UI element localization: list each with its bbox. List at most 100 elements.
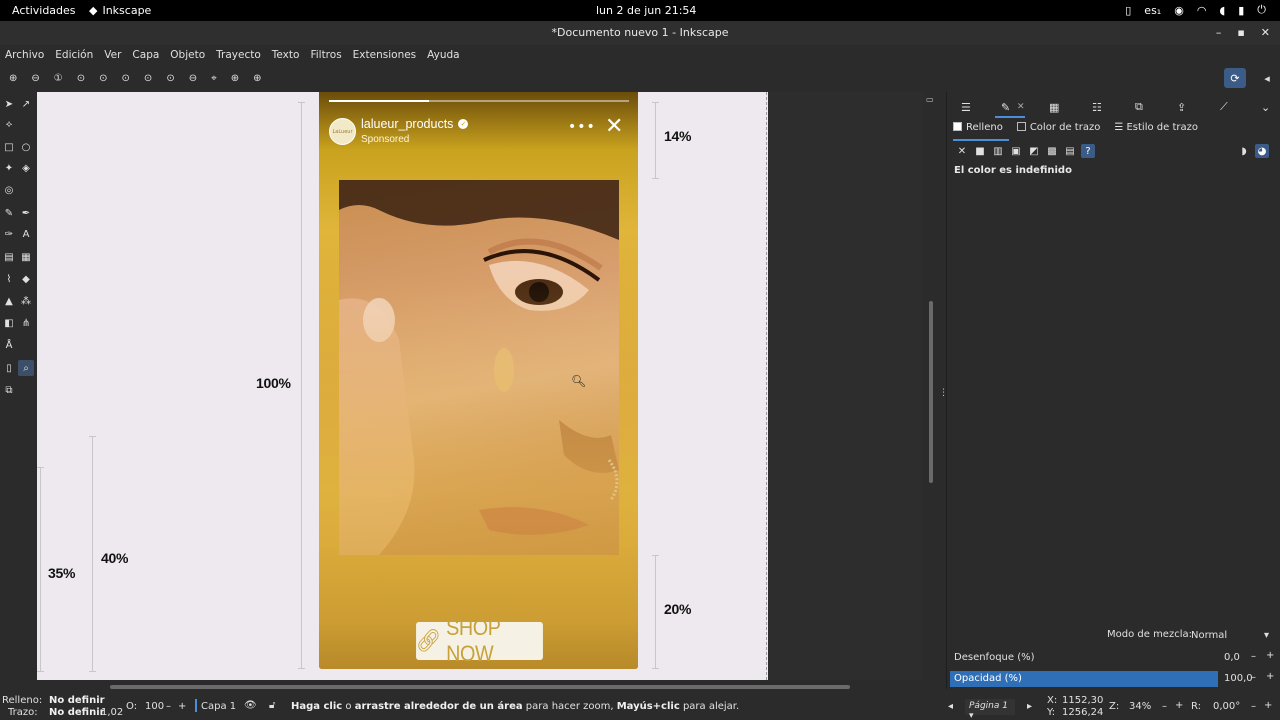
layer-visibility-icon[interactable]: 👁︎ <box>244 700 257 711</box>
3dbox-tool-icon[interactable]: ◈ <box>18 160 34 176</box>
menu-archivo[interactable]: Archivo <box>5 45 44 65</box>
status-opacity-input[interactable]: 100 <box>145 701 164 712</box>
calligraphy-tool-icon[interactable]: ✑ <box>1 226 17 242</box>
tweak-tool-icon[interactable]: ⟡ <box>1 116 17 132</box>
menu-trayecto[interactable]: Trayecto <box>216 45 261 65</box>
zoom-page-width-icon[interactable]: ⊖ <box>189 73 197 84</box>
unset-paint-icon[interactable]: ? <box>1081 144 1095 158</box>
current-layer[interactable]: Capa 1 <box>201 701 236 712</box>
no-paint-icon[interactable]: ✕ <box>955 144 969 158</box>
rotation-input[interactable]: 0,00° <box>1213 701 1240 712</box>
power-icon[interactable]: ⏻ <box>1257 3 1266 17</box>
label-35-percent[interactable]: 35% <box>48 565 75 581</box>
rotation-decrement-icon[interactable]: – <box>1251 701 1256 712</box>
star-tool-icon[interactable]: ✦ <box>1 160 17 176</box>
rectangle-tool-icon[interactable]: □ <box>1 139 17 155</box>
zoom-in-icon[interactable]: ⊕ <box>9 73 17 84</box>
status-stroke-value[interactable]: No definir <box>49 707 105 718</box>
page-prev-icon[interactable]: ◂ <box>948 701 953 712</box>
connector-tool-icon[interactable]: ⋔ <box>18 315 34 331</box>
app-menu[interactable]: ◆ Inkscape <box>89 4 151 17</box>
xml-editor-tab-icon[interactable]: ⟋ <box>1220 100 1228 114</box>
pattern-icon[interactable]: ▩ <box>1045 144 1059 158</box>
page-select[interactable]: Página 1 ▾ <box>965 699 1015 720</box>
zoom-next-icon[interactable]: ⊕ <box>253 73 261 84</box>
maximize-icon[interactable]: ▪ <box>1237 21 1244 45</box>
status-stroke-width[interactable]: 1,02 <box>101 707 123 718</box>
zoom-2-1-icon[interactable]: ⊙ <box>99 73 107 84</box>
commands-overflow-icon[interactable]: ◂ <box>1256 68 1278 88</box>
pages-tool-icon[interactable]: ⧉ <box>1 382 17 398</box>
opacity-value[interactable]: 100,0 <box>1224 673 1253 684</box>
dropper-tool-icon[interactable]: ⌇ <box>1 271 17 287</box>
measure-tool-icon[interactable]: ▯ <box>1 360 17 376</box>
menu-ver[interactable]: Ver <box>104 45 121 65</box>
tab-stroke-style[interactable]: ☰ Estilo de trazo <box>1114 122 1198 133</box>
tab-stroke-color[interactable]: Color de trazo <box>1016 122 1100 133</box>
fill-rule-evenodd-icon[interactable]: ◗ <box>1237 144 1251 158</box>
zoom-page-icon[interactable]: ⊙ <box>166 73 174 84</box>
swatch-icon[interactable]: ▤ <box>1063 144 1077 158</box>
swatches-tab-icon[interactable]: ▦ <box>1049 101 1059 114</box>
wifi-icon[interactable]: ◠ <box>1197 4 1207 17</box>
close-window-icon[interactable]: ✕ <box>1261 21 1270 45</box>
fill-stroke-tab-icon[interactable]: ✎ <box>1001 101 1010 114</box>
snap-toggle-icon[interactable]: ⟳ <box>1224 68 1246 88</box>
opacity-decrement-icon[interactable]: – <box>1251 672 1256 683</box>
spray-paint-icon[interactable]: ⁂ <box>18 293 34 309</box>
system-tray[interactable]: ▯ es₁ ◉ ◠ ◖ ▮ ⏻ <box>1125 3 1266 17</box>
lpe-tool-icon[interactable]: Å <box>1 337 17 353</box>
blur-decrement-icon[interactable]: – <box>1251 651 1256 662</box>
label-40-percent[interactable]: 40% <box>101 550 128 566</box>
vertical-scrollbar[interactable] <box>929 301 933 483</box>
menu-filtros[interactable]: Filtros <box>310 45 341 65</box>
blur-row[interactable]: Desenfoque (%) 0,0 – + <box>949 650 1279 666</box>
transform-tab-icon[interactable]: ⧉ <box>1135 100 1143 114</box>
tray-app-icon[interactable]: ◉ <box>1174 4 1184 17</box>
align-tab-icon[interactable]: ☷ <box>1092 101 1102 114</box>
linear-gradient-icon[interactable]: ▥ <box>991 144 1005 158</box>
radial-gradient-icon[interactable]: ▣ <box>1009 144 1023 158</box>
clipboard-icon[interactable]: ▯ <box>1125 4 1131 17</box>
volume-icon[interactable]: ◖ <box>1219 4 1225 17</box>
activities-button[interactable]: Actividades <box>12 4 76 17</box>
text-tool-icon[interactable]: A <box>18 226 34 242</box>
pen-tool-icon[interactable]: ✒ <box>18 205 34 221</box>
layers-tab-icon[interactable]: ☰ <box>961 101 971 114</box>
menu-capa[interactable]: Capa <box>132 45 159 65</box>
close-tab-icon[interactable]: ✕ <box>1017 102 1025 112</box>
zoom-out-icon[interactable]: ⊖ <box>31 73 39 84</box>
paint-bucket-tool-icon[interactable]: ◆ <box>18 271 34 287</box>
minimize-icon[interactable]: – <box>1216 21 1222 45</box>
blur-increment-icon[interactable]: + <box>1266 650 1274 661</box>
status-fill-value[interactable]: No definir <box>49 695 105 706</box>
mesh-tool-icon[interactable]: ▦ <box>18 249 34 265</box>
opacity-row[interactable]: Opacidad (%) 100,0 – + <box>949 671 1279 687</box>
zoom-decrement-icon[interactable]: – <box>1162 701 1167 712</box>
selector-tool-icon[interactable]: ➤ <box>1 96 17 112</box>
status-opacity-decrement-icon[interactable]: – <box>166 701 171 712</box>
zoom-selection-icon[interactable]: ⊙ <box>122 73 130 84</box>
zoom-input[interactable]: 34% <box>1129 701 1151 712</box>
eraser-tool-icon[interactable]: ◧ <box>1 315 17 331</box>
zoom-center-page-icon[interactable]: ⌖ <box>211 73 217 84</box>
label-100-percent[interactable]: 100% <box>256 375 291 391</box>
status-opacity-increment-icon[interactable]: + <box>178 701 186 712</box>
dock-overflow-icon[interactable]: ⌄ <box>1261 101 1270 114</box>
zoom-1-2-icon[interactable]: ⊙ <box>77 73 85 84</box>
menu-objeto[interactable]: Objeto <box>170 45 205 65</box>
label-14-percent[interactable]: 14% <box>664 128 691 144</box>
fill-rule-nonzero-icon[interactable]: ◕ <box>1255 144 1269 158</box>
canvas-display-mode-icon[interactable]: ▭ <box>926 95 934 104</box>
flat-color-icon[interactable]: ■ <box>973 144 987 158</box>
microphone-icon[interactable]: ▮ <box>1238 4 1244 17</box>
node-tool-icon[interactable]: ↗ <box>18 96 34 112</box>
spray-tool-icon[interactable]: ▲ <box>1 293 17 309</box>
label-20-percent[interactable]: 20% <box>664 601 691 617</box>
layer-lock-icon[interactable]: 🔓︎ <box>269 700 275 711</box>
keyboard-layout[interactable]: es₁ <box>1144 4 1161 17</box>
spiral-tool-icon[interactable]: ◎ <box>1 182 17 198</box>
page-next-icon[interactable]: ▸ <box>1027 701 1032 712</box>
mesh-gradient-icon[interactable]: ◩ <box>1027 144 1041 158</box>
blend-mode-select[interactable]: Normal ▾ <box>1185 627 1275 645</box>
